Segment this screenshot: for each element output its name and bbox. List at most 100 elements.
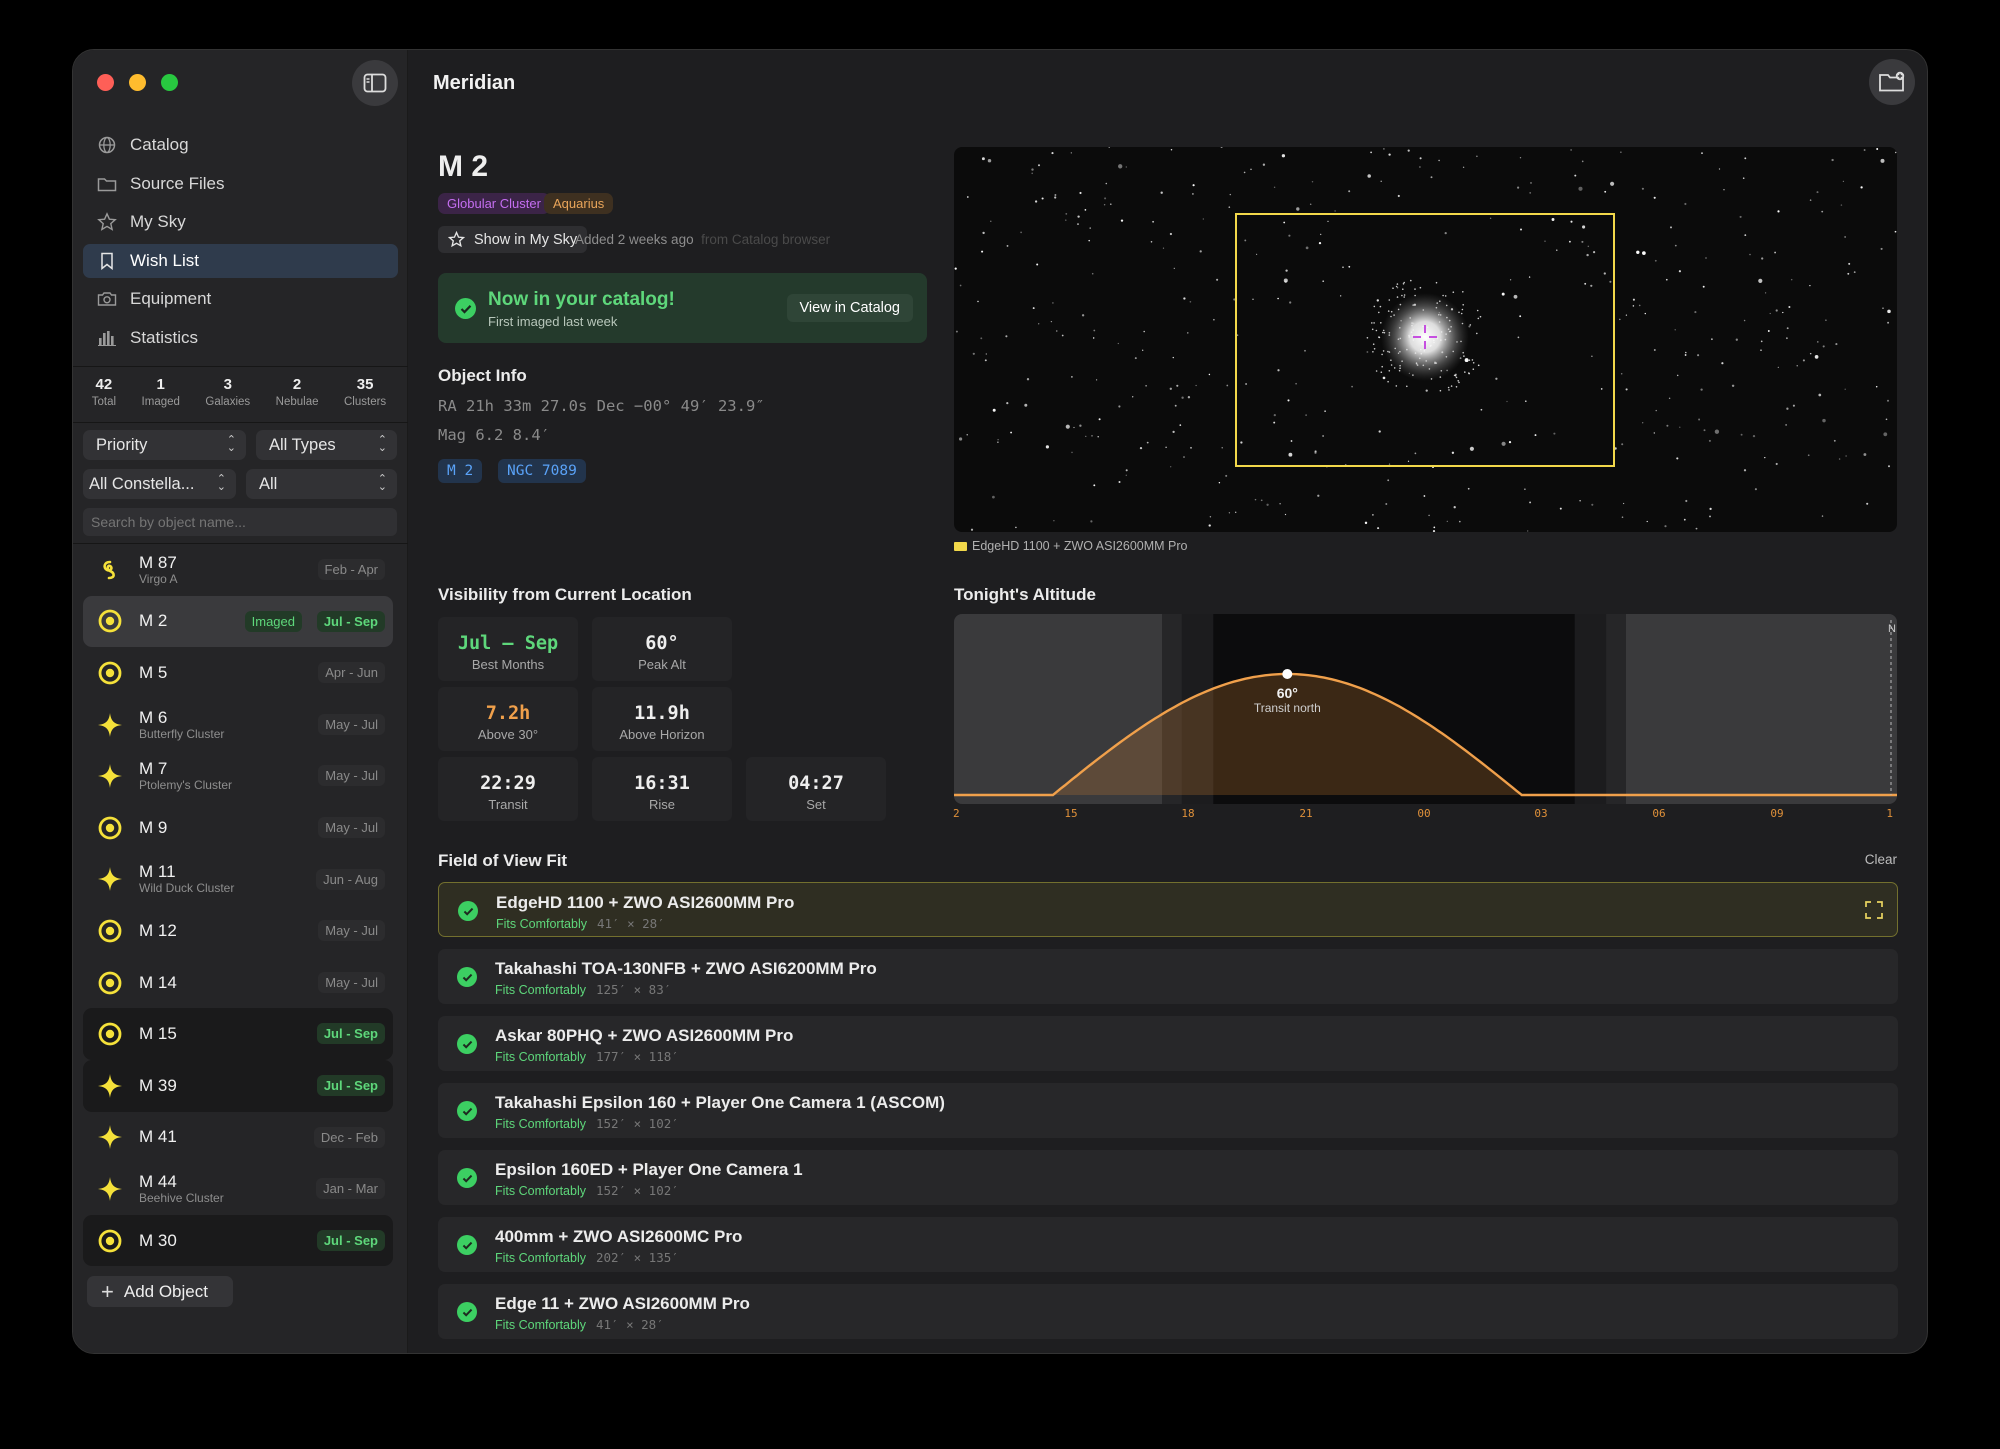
- type-filter-select[interactable]: All Types ⌃ ⌄: [256, 430, 397, 460]
- object-name: M 39: [139, 1075, 177, 1095]
- fov-row[interactable]: Edge 11 + ZWO ASI2600MM Pro Fits Comforta…: [438, 1284, 1898, 1339]
- sidebar-item-wish-list[interactable]: Wish List: [83, 243, 398, 278]
- sidebar-item-statistics[interactable]: Statistics: [83, 321, 398, 355]
- sort-select[interactable]: Priority ⌃ ⌄: [83, 430, 246, 460]
- add-object-button[interactable]: + Add Object: [87, 1276, 233, 1307]
- constellation-filter-select[interactable]: All Constella... ⌃ ⌄: [83, 469, 236, 499]
- folder-icon: [96, 173, 118, 195]
- list-item[interactable]: M 14 May - Jul: [83, 957, 393, 1009]
- x-tick-label: 21: [1299, 807, 1312, 820]
- open-cluster-icon: [96, 865, 124, 893]
- list-item[interactable]: M 41 Dec - Feb: [83, 1112, 393, 1164]
- fov-row[interactable]: EdgeHD 1100 + ZWO ASI2600MM Pro Fits Comf…: [438, 882, 1898, 937]
- object-name: M 2: [139, 611, 168, 631]
- list-item[interactable]: M 39 Jul - Sep: [83, 1059, 393, 1112]
- open-cluster-icon: [96, 1175, 124, 1203]
- open-folder-button[interactable]: [1869, 59, 1915, 105]
- close-window-button[interactable]: [97, 74, 114, 91]
- status-filter-select[interactable]: All ⌃ ⌄: [246, 469, 397, 499]
- sidebar-item-my-sky[interactable]: My Sky: [83, 205, 398, 239]
- list-item[interactable]: M 12 May - Jul: [83, 905, 393, 957]
- visibility-stat: 04:27 Set: [746, 757, 886, 821]
- fov-row[interactable]: Epsilon 160ED + Player One Camera 1 Fits …: [438, 1150, 1898, 1205]
- object-subtitle: Virgo A: [139, 571, 178, 586]
- x-tick-label: 1: [1886, 807, 1893, 820]
- camera-icon: [96, 288, 118, 310]
- sidebar: Catalog Source Files My Sky Wish List Eq…: [73, 50, 408, 1353]
- zoom-window-button[interactable]: [161, 74, 178, 91]
- sidebar-item-equipment[interactable]: Equipment: [83, 282, 398, 316]
- x-tick-label: 15: [1064, 807, 1077, 820]
- list-item[interactable]: M 7 Ptolemy's Cluster May - Jul: [83, 750, 393, 802]
- fov-row[interactable]: Takahashi Epsilon 160 + Player One Camer…: [438, 1083, 1898, 1138]
- list-item[interactable]: M 87 Virgo A Feb - Apr: [83, 544, 393, 596]
- list-item[interactable]: M 44 Beehive Cluster Jan - Mar: [83, 1163, 393, 1215]
- chevron-updown-icon: ⌃ ⌄: [226, 434, 236, 454]
- chevron-updown-icon: ⌃ ⌄: [216, 473, 226, 493]
- sidebar-toggle-button[interactable]: [352, 60, 398, 106]
- globular-cluster-icon: [96, 969, 124, 997]
- list-item[interactable]: M 30 Jul - Sep: [83, 1214, 393, 1266]
- object-list: M 87 Virgo A Feb - Apr M 2 Imaged Jul - Sep M …: [83, 544, 393, 1266]
- best-months-badge: Jul - Sep: [316, 1023, 385, 1045]
- expand-icon[interactable]: [1865, 901, 1883, 924]
- constellation-tag: Aquarius: [544, 193, 614, 214]
- sidebar-item-label: Catalog: [130, 135, 189, 154]
- minimize-window-button[interactable]: [129, 74, 146, 91]
- visibility-stat: 60° Peak Alt: [592, 617, 732, 681]
- globular-cluster-icon: [96, 607, 124, 635]
- visibility-heading: Visibility from Current Location: [438, 585, 692, 604]
- list-item[interactable]: M 5 Apr - Jun: [83, 647, 393, 699]
- magnitude-size: Mag 6.2 8.4′: [438, 426, 550, 444]
- designation-ngc7089[interactable]: NGC 7089: [498, 459, 586, 483]
- divider: [73, 366, 408, 367]
- list-item[interactable]: M 6 Butterfly Cluster May - Jul: [83, 699, 393, 751]
- search-input[interactable]: [83, 508, 397, 536]
- best-months-badge: May - Jul: [318, 816, 385, 838]
- altitude-heading: Tonight's Altitude: [954, 585, 1096, 604]
- designation-m2[interactable]: M 2: [438, 459, 483, 483]
- best-months-badge: Jul - Sep: [316, 1074, 385, 1096]
- equipment-name: Takahashi Epsilon 160 + Player One Camer…: [495, 1093, 945, 1112]
- globular-cluster-icon: [96, 917, 124, 945]
- globular-cluster-icon: [96, 1020, 124, 1048]
- object-name: M 41: [139, 1127, 177, 1147]
- object-name: M 11: [139, 862, 176, 882]
- folder-badge-icon: [1879, 71, 1905, 92]
- fov-row[interactable]: Takahashi TOA-130NFB + ZWO ASI6200MM Pro…: [438, 949, 1898, 1004]
- equipment-name: 400mm + ZWO ASI2600MC Pro: [495, 1227, 743, 1246]
- best-months-badge: May - Jul: [318, 971, 385, 993]
- list-item[interactable]: M 9 May - Jul: [83, 802, 393, 854]
- globular-cluster-icon: [96, 1227, 124, 1255]
- sidebar-item-catalog[interactable]: Catalog: [83, 128, 398, 162]
- object-image: [954, 147, 1897, 532]
- sidebar-item-source-files[interactable]: Source Files: [83, 167, 398, 201]
- banner-title: Now in your catalog!: [488, 289, 675, 310]
- fov-dimensions: 41′ × 28′: [596, 1317, 664, 1332]
- starfield-image: [954, 147, 1897, 532]
- list-item[interactable]: M 11 Wild Duck Cluster Jun - Aug: [83, 854, 393, 906]
- fov-heading: Field of View Fit: [438, 851, 568, 870]
- list-item[interactable]: M 2 Imaged Jul - Sep: [83, 595, 393, 648]
- show-in-my-sky-button[interactable]: Show in My Sky: [438, 226, 588, 253]
- globe-icon: [96, 134, 118, 156]
- catalog-banner: Now in your catalog! First imaged last w…: [438, 273, 927, 343]
- object-subtitle: Butterfly Cluster: [139, 726, 225, 741]
- galaxy-icon: [96, 556, 124, 584]
- clear-button[interactable]: Clear: [1865, 852, 1897, 867]
- list-item[interactable]: M 15 Jul - Sep: [83, 1008, 393, 1060]
- x-tick-label: 18: [1181, 807, 1194, 820]
- globular-cluster-icon: [96, 659, 124, 687]
- view-in-catalog-button[interactable]: View in Catalog: [786, 294, 913, 322]
- equipment-name: Edge 11 + ZWO ASI2600MM Pro: [495, 1294, 750, 1313]
- fov-row[interactable]: Askar 80PHQ + ZWO ASI2600MM Pro Fits Comf…: [438, 1016, 1898, 1071]
- coordinates: RA 21h 33m 27.0s Dec −00° 49′ 23.9″: [438, 397, 765, 415]
- peak-sublabel: Transit north: [1254, 701, 1321, 715]
- equipment-name: Epsilon 160ED + Player One Camera 1: [495, 1160, 803, 1179]
- x-tick-label: 06: [1652, 807, 1665, 820]
- chart-icon: [96, 327, 118, 349]
- fov-dimensions: 125′ × 83′: [596, 982, 672, 997]
- best-months-badge: Dec - Feb: [313, 1126, 385, 1148]
- fov-row[interactable]: 400mm + ZWO ASI2600MC Pro Fits Comfortabl…: [438, 1217, 1898, 1272]
- fit-status: Fits Comfortably 41′ × 28′: [496, 916, 665, 931]
